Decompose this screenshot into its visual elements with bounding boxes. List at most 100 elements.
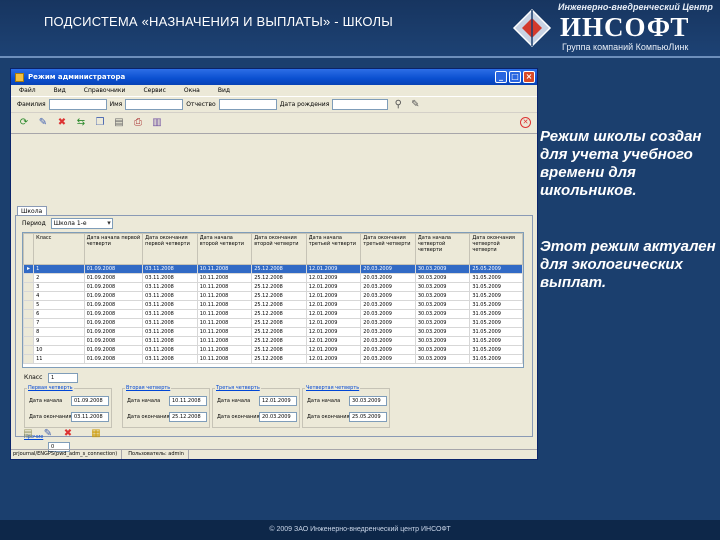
report-icon[interactable]: ▦ [89, 427, 103, 441]
table-cell[interactable]: 12.01.2009 [305, 327, 362, 337]
menu-item-service[interactable]: Сервис [143, 87, 165, 94]
minimize-button[interactable]: _ [495, 71, 507, 83]
table-cell[interactable]: 20.03.2009 [360, 300, 416, 310]
quarter-start-input[interactable]: 01.09.2008 [71, 396, 109, 406]
table-cell[interactable]: 10.11.2008 [196, 300, 253, 310]
table-cell[interactable]: 31.05.2009 [469, 309, 523, 319]
row-pointer-icon[interactable]: ▸ [23, 264, 35, 274]
table-cell[interactable]: 20.03.2009 [360, 354, 416, 364]
row-indicator[interactable] [23, 327, 35, 337]
birthdate-input[interactable] [332, 99, 389, 110]
table-row[interactable]: 4 01.09.2008 03.11.2008 10.11.2008 25.12.200… [23, 291, 523, 301]
column-header[interactable]: Дата окончания первой четверти [142, 233, 198, 265]
quarter-start-input[interactable]: 12.01.2009 [259, 396, 297, 406]
quarter-start-input[interactable]: 10.11.2008 [169, 396, 207, 406]
table-row[interactable]: 3 01.09.2008 03.11.2008 10.11.2008 25.12.200… [23, 282, 523, 292]
table-cell[interactable]: 10 [33, 345, 85, 355]
table-cell[interactable]: 03.11.2008 [142, 345, 198, 355]
table-cell[interactable]: 01.09.2008 [83, 300, 144, 310]
row-indicator[interactable] [23, 273, 35, 283]
book-icon[interactable]: ▥ [150, 116, 164, 130]
column-header[interactable]: Дата начала первой четверти [83, 233, 144, 265]
table-row[interactable]: 7 01.09.2008 03.11.2008 10.11.2008 25.12.200… [23, 318, 523, 328]
table-cell[interactable]: 30.03.2009 [414, 345, 471, 355]
row-indicator[interactable] [23, 345, 35, 355]
table-row[interactable]: 10 01.09.2008 03.11.2008 10.11.2008 25.12.20… [23, 345, 523, 355]
table-cell[interactable]: 01.09.2008 [83, 345, 144, 355]
table-cell[interactable]: 31.05.2009 [469, 291, 523, 301]
table-cell[interactable]: 12.01.2009 [305, 282, 362, 292]
column-header[interactable]: Дата окончания четвертой четверти [469, 233, 523, 265]
table-cell[interactable]: 5 [33, 300, 85, 310]
table-cell[interactable]: 20.03.2009 [360, 273, 416, 283]
table-cell[interactable]: 01.09.2008 [83, 291, 144, 301]
quarter-end-input[interactable]: 25.12.2008 [169, 412, 207, 422]
table-cell[interactable]: 01.09.2008 [83, 282, 144, 292]
table-cell[interactable]: 12.01.2009 [305, 318, 362, 328]
row-indicator[interactable] [23, 309, 35, 319]
table-cell[interactable]: 03.11.2008 [142, 354, 198, 364]
table-cell[interactable]: 12.01.2009 [305, 336, 362, 346]
delete-record-icon[interactable]: ✖ [61, 427, 75, 441]
row-indicator[interactable] [23, 282, 35, 292]
table-cell[interactable]: 20.03.2009 [360, 318, 416, 328]
table-cell[interactable]: 10.11.2008 [196, 273, 253, 283]
table-cell[interactable]: 31.05.2009 [469, 318, 523, 328]
table-cell[interactable]: 8 [33, 327, 85, 337]
row-indicator[interactable] [23, 318, 35, 328]
column-header[interactable]: Дата окончания третьей четверти [360, 233, 416, 265]
table-cell[interactable]: 10.11.2008 [196, 282, 253, 292]
table-cell[interactable]: 2 [33, 273, 85, 283]
table-cell[interactable]: 25.12.2008 [251, 309, 307, 319]
table-row[interactable]: 8 01.09.2008 03.11.2008 10.11.2008 25.12.200… [23, 327, 523, 337]
print-icon[interactable]: ⎙ [131, 116, 145, 130]
table-cell[interactable]: 03.11.2008 [142, 273, 198, 283]
copy-icon[interactable]: ❐ [93, 116, 107, 130]
table-row[interactable]: 9 01.09.2008 03.11.2008 10.11.2008 25.12.200… [23, 336, 523, 346]
window-titlebar[interactable]: Режим администратора _ □ × [11, 69, 537, 85]
table-cell[interactable]: 31.05.2009 [469, 300, 523, 310]
table-cell[interactable]: 31.05.2009 [469, 282, 523, 292]
table-cell[interactable]: 12.01.2009 [305, 300, 362, 310]
table-cell[interactable]: 25.12.2008 [251, 291, 307, 301]
table-cell[interactable]: 10.11.2008 [196, 318, 253, 328]
close-button[interactable]: × [523, 71, 535, 83]
quarter-start-input[interactable]: 30.03.2009 [349, 396, 387, 406]
row-indicator[interactable] [23, 291, 35, 301]
table-cell[interactable]: 6 [33, 309, 85, 319]
table-cell[interactable]: 31.05.2009 [469, 273, 523, 283]
refresh-icon[interactable]: ⟳ [17, 116, 31, 130]
column-header[interactable]: Дата начала второй четверти [196, 233, 253, 265]
table-cell[interactable]: 11 [33, 354, 85, 364]
doc-icon[interactable]: ▤ [112, 116, 126, 130]
menu-item-file[interactable]: Файл [19, 87, 36, 94]
edit-record-icon[interactable]: ✎ [41, 427, 55, 441]
table-cell[interactable]: 30.03.2009 [414, 264, 471, 274]
table-cell[interactable]: 30.03.2009 [414, 354, 471, 364]
patronymic-input[interactable] [218, 99, 277, 110]
table-cell[interactable]: 25.12.2008 [251, 264, 307, 274]
menu-item-windows[interactable]: Окна [184, 87, 200, 94]
class-input[interactable]: 1 [48, 373, 78, 383]
table-cell[interactable]: 1 [33, 264, 85, 274]
exit-icon[interactable]: ✕ [520, 117, 531, 128]
table-cell[interactable]: 03.11.2008 [142, 291, 198, 301]
table-cell[interactable]: 31.05.2009 [469, 345, 523, 355]
table-cell[interactable]: 30.03.2009 [414, 309, 471, 319]
clear-search-icon[interactable]: ✎ [408, 98, 422, 112]
table-cell[interactable]: 9 [33, 336, 85, 346]
quarter-end-input[interactable]: 25.05.2009 [349, 412, 387, 422]
table-cell[interactable]: 25.05.2009 [469, 264, 523, 274]
delete-icon[interactable]: ✖ [55, 116, 69, 130]
table-cell[interactable]: 3 [33, 282, 85, 292]
table-cell[interactable]: 25.12.2008 [251, 345, 307, 355]
table-cell[interactable]: 20.03.2009 [360, 345, 416, 355]
table-cell[interactable]: 25.12.2008 [251, 273, 307, 283]
table-cell[interactable]: 10.11.2008 [196, 327, 253, 337]
row-indicator[interactable] [23, 336, 35, 346]
menu-item-view[interactable]: Вид [54, 87, 66, 94]
surname-input[interactable] [48, 99, 107, 110]
table-cell[interactable]: 01.09.2008 [83, 318, 144, 328]
table-cell[interactable]: 30.03.2009 [414, 273, 471, 283]
table-cell[interactable]: 01.09.2008 [83, 354, 144, 364]
